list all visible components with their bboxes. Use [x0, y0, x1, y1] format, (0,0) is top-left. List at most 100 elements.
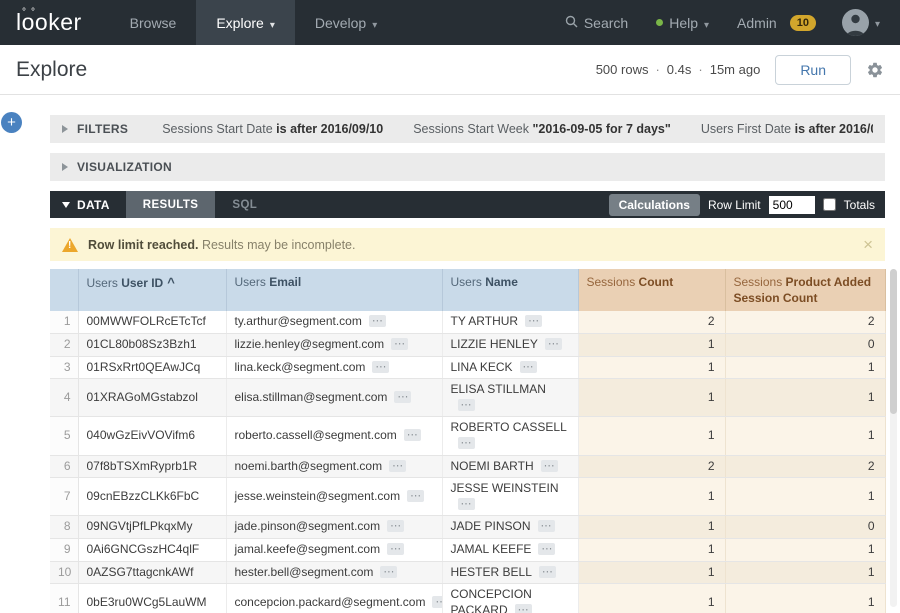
filter-item[interactable]: Users First Date is after 2016/09/10	[701, 122, 873, 136]
cell-sessions-count[interactable]: 1	[578, 356, 725, 379]
cell-menu-icon[interactable]	[458, 399, 475, 411]
cell-user-id[interactable]: 0AZSG7ttagcnkAWf	[78, 561, 226, 584]
visualization-label[interactable]: VISUALIZATION	[77, 160, 172, 174]
column-header-email[interactable]: Users Email	[226, 269, 442, 311]
cell-name[interactable]: HESTER BELL	[442, 561, 578, 584]
cell-menu-icon[interactable]	[394, 391, 411, 403]
cell-menu-icon[interactable]	[545, 338, 562, 350]
cell-name[interactable]: NOEMI BARTH	[442, 455, 578, 478]
cell-user-id[interactable]: 01XRAGoMGstabzol	[78, 379, 226, 417]
cell-name[interactable]: ROBERTO CASSELL	[442, 417, 578, 455]
table-row[interactable]: 301RSxRrt0QEAwJCqlina.keck@segment.comLI…	[50, 356, 885, 379]
table-row[interactable]: 607f8bTSXmRyprb1Rnoemi.barth@segment.com…	[50, 455, 885, 478]
cell-sessions-count[interactable]: 2	[578, 311, 725, 333]
cell-sessions-count[interactable]: 1	[578, 333, 725, 356]
nav-develop[interactable]: Develop	[295, 0, 397, 45]
cell-product-added-session-count[interactable]: 0	[725, 516, 885, 539]
column-header-sessions-count[interactable]: Sessions Count	[578, 269, 725, 311]
cell-user-id[interactable]: 040wGzEivVOVifm6	[78, 417, 226, 455]
table-row[interactable]: 100MWWFOLRcETcTcfty.arthur@segment.comTY…	[50, 311, 885, 333]
cell-user-id[interactable]: 0bE3ru0WCg5LauWM	[78, 584, 226, 613]
expand-arrow-icon[interactable]	[62, 163, 68, 171]
data-section-toggle[interactable]: DATA	[50, 191, 126, 218]
cell-name[interactable]: TY ARTHUR	[442, 311, 578, 333]
column-header-user-id[interactable]: Users User ID	[78, 269, 226, 311]
cell-name[interactable]: LINA KECK	[442, 356, 578, 379]
gear-icon[interactable]	[866, 61, 884, 79]
cell-email[interactable]: roberto.cassell@segment.com	[226, 417, 442, 455]
cell-sessions-count[interactable]: 1	[578, 538, 725, 561]
table-row[interactable]: 5040wGzEivVOVifm6roberto.cassell@segment…	[50, 417, 885, 455]
add-button[interactable]	[1, 112, 22, 133]
cell-user-id[interactable]: 01RSxRrt0QEAwJCq	[78, 356, 226, 379]
cell-email[interactable]: noemi.barth@segment.com	[226, 455, 442, 478]
cell-user-id[interactable]: 0Ai6GNCGszHC4qlF	[78, 538, 226, 561]
scrollbar-thumb[interactable]	[890, 269, 897, 414]
cell-menu-icon[interactable]	[458, 437, 475, 449]
cell-product-added-session-count[interactable]: 1	[725, 584, 885, 613]
nav-admin[interactable]: Admin 10	[723, 0, 830, 45]
cell-menu-icon[interactable]	[525, 315, 542, 327]
cell-menu-icon[interactable]	[380, 566, 397, 578]
cell-menu-icon[interactable]	[432, 596, 442, 608]
cell-name[interactable]: LIZZIE HENLEY	[442, 333, 578, 356]
cell-menu-icon[interactable]	[404, 429, 421, 441]
table-row[interactable]: 401XRAGoMGstabzolelisa.stillman@segment.…	[50, 379, 885, 417]
cell-menu-icon[interactable]	[541, 460, 558, 472]
cell-product-added-session-count[interactable]: 1	[725, 478, 885, 516]
table-row[interactable]: 709cnEBzzCLKk6FbCjesse.weinstein@segment…	[50, 478, 885, 516]
filter-item[interactable]: Sessions Start Week "2016-09-05 for 7 da…	[413, 122, 671, 136]
cell-email[interactable]: jesse.weinstein@segment.com	[226, 478, 442, 516]
cell-email[interactable]: lina.keck@segment.com	[226, 356, 442, 379]
column-header-name[interactable]: Users Name	[442, 269, 578, 311]
cell-product-added-session-count[interactable]: 1	[725, 561, 885, 584]
cell-email[interactable]: concepcion.packard@segment.com	[226, 584, 442, 613]
cell-product-added-session-count[interactable]: 1	[725, 356, 885, 379]
cell-menu-icon[interactable]	[372, 361, 389, 373]
cell-product-added-session-count[interactable]: 1	[725, 417, 885, 455]
cell-name[interactable]: JESSE WEINSTEIN	[442, 478, 578, 516]
cell-sessions-count[interactable]: 1	[578, 478, 725, 516]
cell-name[interactable]: CONCEPCION PACKARD	[442, 584, 578, 613]
cell-user-id[interactable]: 01CL80b08Sz3Bzh1	[78, 333, 226, 356]
cell-product-added-session-count[interactable]: 1	[725, 538, 885, 561]
tab-results[interactable]: RESULTS	[126, 191, 216, 218]
table-row[interactable]: 90Ai6GNCGszHC4qlFjamal.keefe@segment.com…	[50, 538, 885, 561]
calculations-button[interactable]: Calculations	[609, 194, 700, 216]
nav-browse[interactable]: Browse	[110, 0, 197, 45]
cell-email[interactable]: jade.pinson@segment.com	[226, 516, 442, 539]
cell-sessions-count[interactable]: 1	[578, 417, 725, 455]
run-button[interactable]: Run	[775, 55, 851, 85]
cell-menu-icon[interactable]	[391, 338, 408, 350]
cell-product-added-session-count[interactable]: 0	[725, 333, 885, 356]
cell-email[interactable]: ty.arthur@segment.com	[226, 311, 442, 333]
cell-sessions-count[interactable]: 1	[578, 516, 725, 539]
looker-logo[interactable]: looker	[0, 0, 110, 45]
cell-menu-icon[interactable]	[538, 543, 555, 555]
cell-email[interactable]: lizzie.henley@segment.com	[226, 333, 442, 356]
nav-search[interactable]: Search	[551, 0, 642, 45]
row-limit-input[interactable]	[769, 196, 815, 214]
cell-user-id[interactable]: 07f8bTSXmRyprb1R	[78, 455, 226, 478]
cell-menu-icon[interactable]	[539, 566, 556, 578]
cell-sessions-count[interactable]: 2	[578, 455, 725, 478]
filters-label[interactable]: FILTERS	[77, 122, 128, 136]
cell-menu-icon[interactable]	[538, 520, 555, 532]
cell-name[interactable]: JADE PINSON	[442, 516, 578, 539]
table-row[interactable]: 201CL80b08Sz3Bzh1lizzie.henley@segment.c…	[50, 333, 885, 356]
cell-menu-icon[interactable]	[387, 543, 404, 555]
cell-user-id[interactable]: 09NGVtjPfLPkqxMy	[78, 516, 226, 539]
cell-user-id[interactable]: 09cnEBzzCLKk6FbC	[78, 478, 226, 516]
user-avatar[interactable]	[830, 0, 892, 45]
filter-item[interactable]: Sessions Start Date is after 2016/09/10	[162, 122, 383, 136]
cell-menu-icon[interactable]	[369, 315, 386, 327]
cell-product-added-session-count[interactable]: 2	[725, 311, 885, 333]
expand-arrow-icon[interactable]	[62, 125, 68, 133]
close-icon[interactable]	[863, 236, 873, 253]
column-header-product-added-session-count[interactable]: Sessions Product Added Session Count	[725, 269, 885, 311]
cell-email[interactable]: jamal.keefe@segment.com	[226, 538, 442, 561]
table-scrollbar[interactable]	[890, 269, 897, 607]
nav-explore[interactable]: Explore	[196, 0, 295, 45]
cell-menu-icon[interactable]	[520, 361, 537, 373]
cell-menu-icon[interactable]	[389, 460, 406, 472]
